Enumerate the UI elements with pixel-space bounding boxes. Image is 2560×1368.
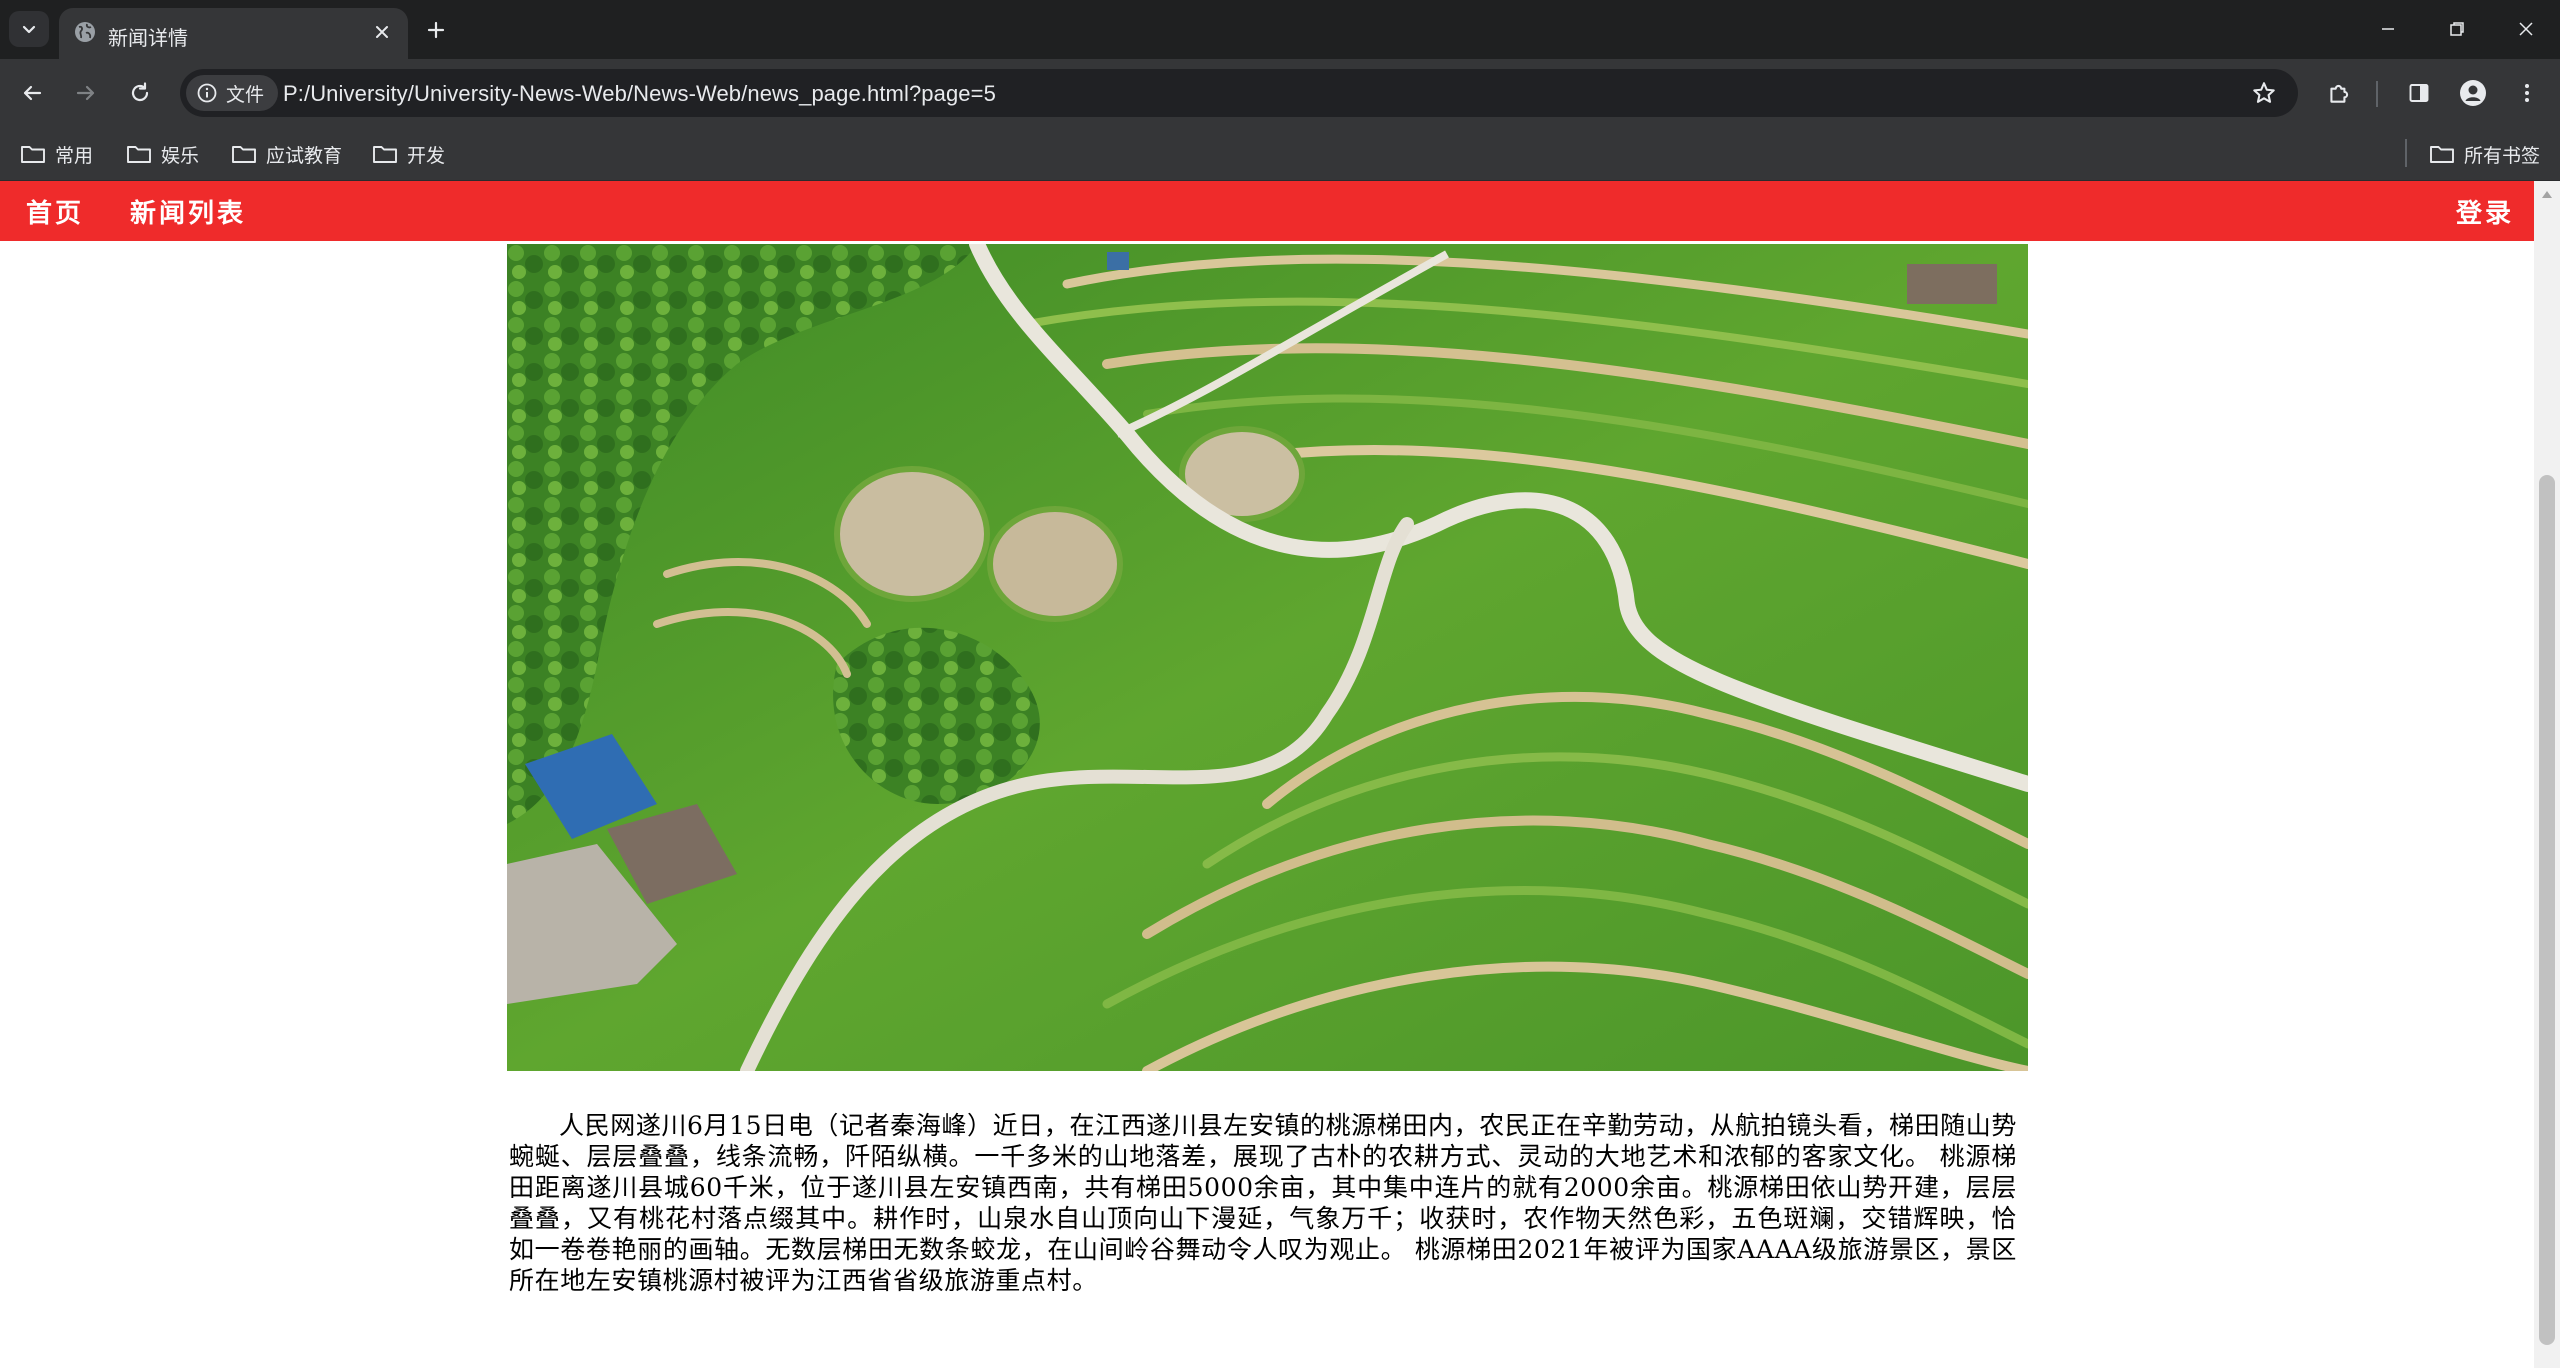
puzzle-icon — [2330, 84, 2349, 103]
globe-icon — [75, 22, 95, 42]
star-icon — [2253, 82, 2275, 103]
bookmarks-bar: 常用 娱乐 应试教育 开发 所有书签 — [0, 127, 2560, 181]
more-vertical-icon — [2525, 84, 2529, 102]
menu-button[interactable] — [2505, 71, 2549, 115]
bookmark-star-button[interactable] — [2248, 77, 2280, 109]
bookmark-folder[interactable]: 娱乐 — [120, 137, 205, 171]
folder-icon — [232, 146, 256, 163]
bookmark-folder[interactable]: 常用 — [14, 137, 99, 171]
back-button[interactable] — [10, 71, 54, 115]
arrow-left-icon — [23, 85, 42, 101]
forward-button[interactable] — [64, 71, 108, 115]
toolbar-separator — [2376, 81, 2378, 107]
triangle-up-icon — [2542, 191, 2552, 198]
tab-close-button[interactable] — [368, 18, 396, 46]
all-bookmarks-label: 所有书签 — [2464, 145, 2541, 167]
new-tab-button[interactable] — [420, 14, 452, 46]
bookmark-label: 娱乐 — [161, 145, 200, 167]
nav-login-link[interactable]: 登录 — [2456, 193, 2514, 230]
restore-icon — [2450, 22, 2464, 36]
tab-search-button[interactable] — [9, 11, 49, 47]
info-icon — [197, 83, 217, 103]
arrow-right-icon — [76, 85, 95, 101]
restore-button[interactable] — [2427, 8, 2487, 50]
article-body-text: 人民网遂川6月15日电（记者秦海峰）近日，在江西遂川县左安镇的桃源梯田内，农民正… — [509, 1111, 2017, 1295]
site-nav-bar: 首页 新闻列表 登录 — [0, 181, 2534, 241]
side-panel-button[interactable] — [2397, 71, 2441, 115]
minimize-icon — [2382, 28, 2394, 30]
side-panel-icon — [2409, 84, 2429, 102]
bookmark-label: 应试教育 — [266, 145, 343, 167]
nav-news-list-link[interactable]: 新闻列表 — [130, 193, 246, 230]
chevron-down-icon — [22, 25, 36, 34]
bookmark-folder[interactable]: 应试教育 — [225, 137, 348, 171]
address-bar[interactable]: 文件 P:/University/University-News-Web/New… — [180, 69, 2298, 117]
site-info-button[interactable]: 文件 — [186, 75, 279, 111]
close-window-button[interactable] — [2496, 8, 2556, 50]
browser-toolbar: 文件 P:/University/University-News-Web/New… — [0, 59, 2560, 127]
tab-strip: 新闻详情 — [0, 0, 2560, 59]
reload-icon — [131, 82, 149, 102]
folder-icon — [373, 146, 397, 163]
folder-icon — [21, 146, 45, 163]
minimize-button[interactable] — [2358, 8, 2418, 50]
close-icon — [376, 26, 388, 38]
bookmark-folder[interactable]: 开发 — [366, 137, 451, 171]
avatar-icon — [2460, 80, 2486, 106]
security-label: 文件 — [226, 84, 265, 106]
all-bookmarks-button[interactable]: 所有书签 — [2423, 137, 2546, 171]
folder-icon — [127, 146, 151, 163]
bookmark-label: 开发 — [407, 145, 446, 167]
nav-home-link[interactable]: 首页 — [26, 193, 84, 230]
page-viewport: 首页 新闻列表 登录 人民网遂川6月15日电（记者秦海峰）近日，在江西遂川县左安… — [0, 181, 2534, 1368]
news-image — [507, 244, 2028, 1071]
bookmark-label: 常用 — [55, 145, 94, 167]
close-icon — [2519, 22, 2533, 36]
tab-title: 新闻详情 — [108, 28, 188, 50]
scroll-up-button[interactable] — [2534, 181, 2560, 207]
page-scrollbar[interactable] — [2534, 181, 2560, 1368]
profile-button[interactable] — [2451, 71, 2495, 115]
scrollbar-thumb[interactable] — [2539, 475, 2555, 1345]
bookmarks-separator — [2405, 139, 2407, 167]
plus-icon — [427, 21, 445, 39]
extensions-button[interactable] — [2317, 71, 2361, 115]
folder-icon — [2430, 146, 2454, 163]
reload-button[interactable] — [118, 71, 162, 115]
active-tab[interactable]: 新闻详情 — [59, 8, 408, 59]
url-text[interactable]: P:/University/University-News-Web/News-W… — [283, 81, 996, 107]
